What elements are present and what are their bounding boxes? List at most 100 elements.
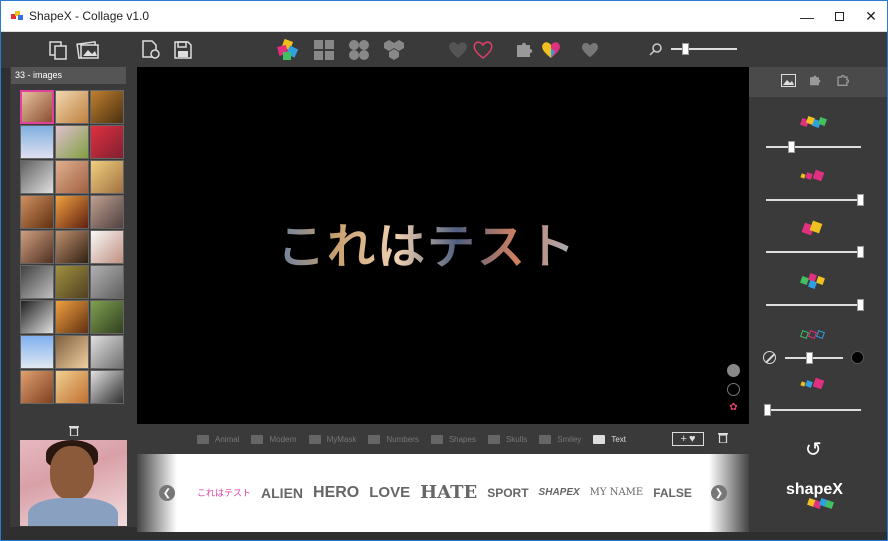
folder-icon	[430, 434, 443, 444]
puzzle-tab[interactable]	[808, 73, 823, 93]
border-slider[interactable]	[785, 352, 843, 364]
category-numbers[interactable]: Numbers	[368, 434, 419, 444]
thumbnail[interactable]	[20, 125, 54, 159]
window-title: ShapeX - Collage v1.0	[29, 9, 150, 23]
category-text[interactable]: Text	[593, 434, 626, 444]
next-masks-button[interactable]: ❯	[711, 485, 727, 501]
category-label: MyMask	[326, 434, 357, 444]
category-animal[interactable]: Animal	[197, 434, 240, 444]
undo-button[interactable]: ↺	[805, 437, 822, 462]
mask-item[interactable]: これはテスト	[197, 486, 251, 499]
mask-item[interactable]: SPORT	[487, 486, 528, 500]
thumbnail[interactable]	[90, 370, 124, 404]
category-smiley[interactable]: Smiley	[539, 434, 581, 444]
puzzle-frame-tab[interactable]	[836, 73, 851, 93]
category-modern[interactable]: Modern	[251, 434, 297, 444]
mask-item[interactable]: HATE	[420, 482, 477, 503]
mask-item[interactable]: MY NAME	[590, 487, 644, 498]
thumbnail[interactable]	[20, 265, 54, 299]
folder-icon	[487, 434, 500, 444]
thumbnail[interactable]	[20, 230, 54, 264]
puzzle-icon	[810, 75, 821, 86]
layout-grid-button[interactable]	[312, 38, 336, 62]
layout-colorful-button[interactable]	[276, 38, 300, 62]
heart-filled-button[interactable]	[446, 38, 470, 62]
mask-item[interactable]: SHAPEX	[539, 487, 580, 498]
no-border-icon[interactable]	[763, 351, 776, 364]
save-button[interactable]	[171, 38, 195, 62]
category-shapes[interactable]: Shapes	[430, 434, 476, 444]
mask-item[interactable]: ALIEN	[261, 485, 303, 501]
zoom-slider-knob[interactable]	[682, 43, 689, 55]
delete-mask-button[interactable]	[717, 430, 728, 448]
settings-file-button[interactable]	[139, 38, 163, 62]
heart-colorful-button[interactable]	[539, 38, 563, 62]
add-mask-button[interactable]: + ♥	[671, 432, 704, 446]
thumbnail[interactable]	[90, 195, 124, 229]
thumbnail[interactable]	[90, 90, 124, 124]
thumbnail[interactable]	[90, 160, 124, 194]
bg-color-black-button[interactable]	[727, 383, 740, 396]
delete-image-button[interactable]	[20, 422, 127, 439]
thumbnail[interactable]	[90, 300, 124, 334]
thumbnail[interactable]	[20, 300, 54, 334]
layout-circles-button[interactable]	[347, 38, 371, 62]
layout-hexagons-button[interactable]	[382, 38, 406, 62]
zoom-slider[interactable]	[671, 43, 737, 55]
mask-item[interactable]: LOVE	[369, 484, 410, 501]
border-color-swatch[interactable]	[851, 351, 864, 364]
heart-outline-button[interactable]	[471, 38, 495, 62]
thumbnail[interactable]	[20, 160, 54, 194]
canvas-text-mask: これはテスト	[277, 207, 577, 277]
image-icon	[781, 74, 796, 87]
slider-knob[interactable]	[857, 194, 864, 206]
thumbnail[interactable]	[55, 195, 89, 229]
image-tab[interactable]	[781, 74, 796, 92]
thumbnail[interactable]	[55, 300, 89, 334]
slider-knob[interactable]	[857, 299, 864, 311]
bg-color-gray-button[interactable]	[727, 364, 740, 377]
puzzle-button[interactable]	[513, 38, 537, 62]
thumbnail[interactable]	[90, 125, 124, 159]
thumbnail[interactable]	[55, 90, 89, 124]
thumbnail[interactable]	[55, 265, 89, 299]
shadow-slider[interactable]	[764, 404, 861, 416]
close-button[interactable]: ✕	[855, 1, 887, 32]
image-preview	[20, 440, 127, 526]
right-panel	[749, 67, 887, 532]
category-label: Animal	[215, 434, 240, 444]
mask-item[interactable]: FALSE	[653, 486, 692, 500]
zoom-button[interactable]	[644, 38, 668, 62]
shapes-count-slider[interactable]	[766, 141, 861, 153]
rotation-slider[interactable]	[766, 246, 864, 258]
copy-images-button[interactable]	[46, 38, 70, 62]
collage-canvas[interactable]: これはテスト ✿	[137, 67, 749, 424]
slider-knob[interactable]	[857, 246, 864, 258]
thumbnail[interactable]	[55, 370, 89, 404]
thumbnail[interactable]	[55, 125, 89, 159]
thumbnail[interactable]	[20, 335, 54, 369]
mask-item[interactable]: HERO	[313, 484, 359, 502]
heart-small-button[interactable]	[578, 38, 602, 62]
thumbnail[interactable]	[20, 195, 54, 229]
slider-knob[interactable]	[806, 352, 813, 364]
category-mymask[interactable]: MyMask	[308, 434, 357, 444]
add-images-button[interactable]	[76, 38, 100, 62]
shape-size-slider[interactable]	[766, 194, 864, 206]
slider-knob[interactable]	[788, 141, 795, 153]
maximize-button[interactable]	[823, 1, 855, 32]
thumbnail[interactable]	[55, 160, 89, 194]
thumbnail[interactable]	[20, 370, 54, 404]
slider-knob[interactable]	[764, 404, 771, 416]
thumbnail[interactable]	[55, 230, 89, 264]
thumbnail[interactable]	[20, 90, 54, 124]
spacing-slider[interactable]	[766, 299, 864, 311]
thumbnail[interactable]	[90, 335, 124, 369]
prev-masks-button[interactable]: ❮	[159, 485, 175, 501]
thumbnail[interactable]	[90, 230, 124, 264]
category-skulls[interactable]: Skulls	[487, 434, 527, 444]
minimize-button[interactable]: —	[791, 1, 823, 32]
thumbnail[interactable]	[55, 335, 89, 369]
thumbnail[interactable]	[90, 265, 124, 299]
flower-icon[interactable]: ✿	[727, 401, 740, 414]
